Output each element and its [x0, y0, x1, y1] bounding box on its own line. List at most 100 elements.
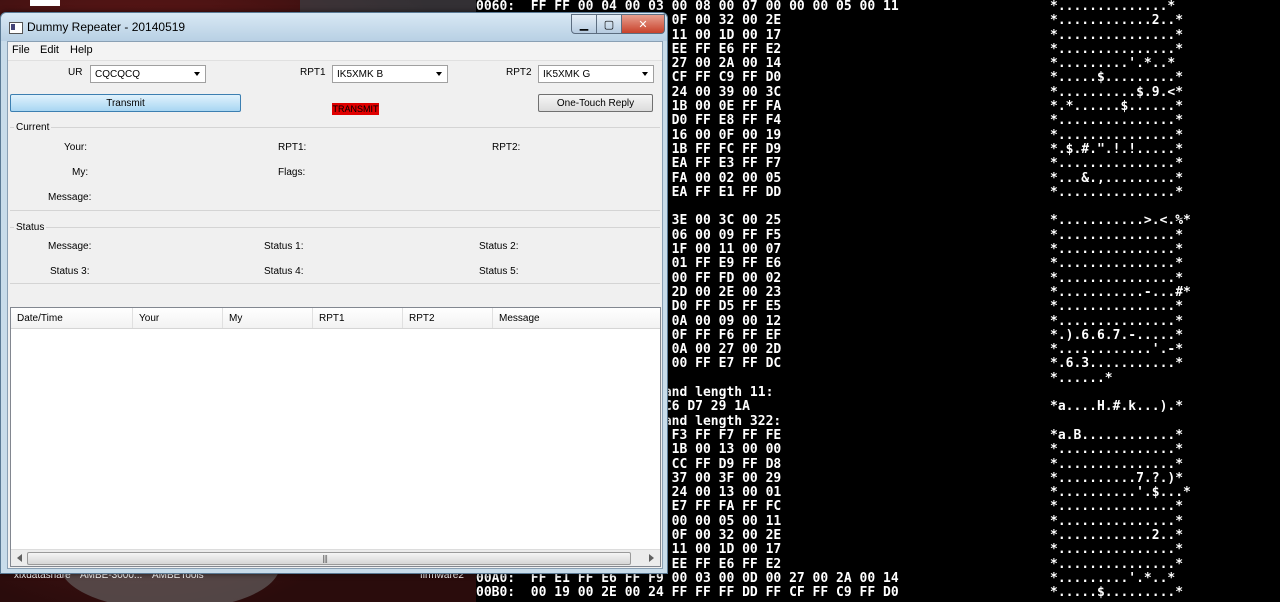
console-ascii-text: *...........-...#*: [1050, 284, 1191, 300]
current-message-label: Message:: [48, 192, 92, 203]
transmit-indicator: TRANSMIT: [332, 103, 379, 115]
rpt1-label: RPT1: [300, 67, 326, 78]
ur-select[interactable]: CQCQCQ: [90, 65, 206, 83]
console-ascii-text: *.).6.6.7.-.....*: [1050, 327, 1184, 343]
horizontal-scrollbar[interactable]: |||: [11, 549, 660, 566]
console-ascii-text: *...............*: [1050, 556, 1184, 572]
console-ascii-text: *............2..*: [1050, 527, 1184, 543]
console-ascii-text: *...............*: [1050, 227, 1184, 243]
console-ascii-text: *...............*: [1050, 256, 1184, 272]
status4-label: Status 4:: [264, 266, 304, 277]
minimize-icon: ▁: [579, 17, 589, 31]
rpt1-select[interactable]: IK5XMK B: [332, 65, 448, 83]
console-line: 00A0: FF E1 FF E6 FF F9 00 03 00 0D 00 2…: [476, 570, 1280, 586]
console-hex-text: 00B0: 00 19 00 2E 00 24 FF FF FF DD FF C…: [476, 586, 899, 601]
close-icon: ✕: [638, 17, 648, 31]
scroll-left-icon[interactable]: [17, 554, 22, 562]
status2-label: Status 2:: [479, 241, 519, 252]
column-header-rpt1[interactable]: RPT1: [313, 308, 403, 328]
desktop-icon[interactable]: [30, 0, 60, 6]
grip-icon: |||: [322, 554, 328, 563]
title-bar[interactable]: Dummy Repeater - 20140519 ▁ ▢ ✕: [1, 13, 667, 41]
column-header-message[interactable]: Message: [493, 308, 660, 328]
console-line: 00B0: 00 19 00 2E 00 24 FF FF FF DD FF C…: [476, 585, 1280, 601]
current-rpt2-label: RPT2:: [492, 142, 521, 153]
console-ascii-text: *...............*: [1050, 456, 1184, 472]
current-rpt1-label: RPT1:: [278, 142, 307, 153]
chevron-down-icon: [436, 72, 442, 76]
console-ascii-text: *.........'.*..*: [1050, 56, 1176, 72]
console-ascii-text: *...............*: [1050, 513, 1184, 529]
console-ascii-text: *..........$.9.<*: [1050, 84, 1184, 100]
column-header-datetime[interactable]: Date/Time: [11, 308, 133, 328]
console-ascii-text: *...............*: [1050, 313, 1184, 329]
rpt2-select[interactable]: IK5XMK G: [538, 65, 654, 83]
console-ascii-text: *.$.#.".!.!.....*: [1050, 141, 1184, 157]
console-ascii-text: *...............*: [1050, 542, 1184, 558]
rpt2-label: RPT2: [506, 67, 532, 78]
app-window: Dummy Repeater - 20140519 ▁ ▢ ✕ File Edi…: [0, 12, 668, 574]
console-ascii-text: *.........'.*..*: [1050, 570, 1176, 586]
current-flags-label: Flags:: [278, 167, 306, 178]
status5-label: Status 5:: [479, 266, 519, 277]
chevron-down-icon: [194, 72, 200, 76]
status-message-label: Message:: [48, 241, 92, 252]
menu-help[interactable]: Help: [70, 44, 93, 56]
status1-label: Status 1:: [264, 241, 304, 252]
console-ascii-text: *...............*: [1050, 242, 1184, 258]
console-ascii-text: *.*......$......*: [1050, 99, 1184, 115]
table-header: Date/Time Your My RPT1 RPT2 Message: [11, 308, 660, 329]
console-ascii-text: *............'.-*: [1050, 342, 1184, 358]
minimize-button[interactable]: ▁: [571, 14, 597, 34]
separator: [10, 227, 660, 228]
column-header-my[interactable]: My: [223, 308, 313, 328]
console-ascii-text: *......*: [1050, 370, 1113, 386]
ur-select-value: CQCQCQ: [95, 68, 140, 80]
console-ascii-text: *a....H.#.k...).*: [1050, 399, 1184, 415]
console-ascii-text: *...............*: [1050, 442, 1184, 458]
ur-label: UR: [68, 67, 83, 78]
one-touch-reply-button[interactable]: One-Touch Reply: [538, 94, 653, 112]
current-group-title: Current: [14, 122, 52, 133]
console-ascii-text: *..........7.?.)*: [1050, 470, 1184, 486]
current-my-label: My:: [72, 167, 89, 178]
console-ascii-text: *...............*: [1050, 113, 1184, 129]
menu-file[interactable]: File: [12, 44, 30, 56]
window-title: Dummy Repeater - 20140519: [27, 20, 186, 34]
console-ascii-text: *...............*: [1050, 127, 1184, 143]
status-group-title: Status: [14, 222, 47, 233]
status3-label: Status 3:: [50, 266, 90, 277]
rpt1-select-value: IK5XMK B: [337, 68, 384, 80]
current-your-label: Your:: [64, 142, 87, 153]
app-icon: [9, 22, 23, 34]
console-ascii-text: *...............*: [1050, 299, 1184, 315]
scrollbar-thumb[interactable]: |||: [27, 552, 631, 565]
console-ascii-text: *..............*: [1050, 0, 1176, 14]
separator: [10, 210, 660, 211]
console-ascii-text: *...............*: [1050, 499, 1184, 515]
console-ascii-text: *...............*: [1050, 27, 1184, 43]
maximize-button[interactable]: ▢: [596, 14, 622, 34]
log-table[interactable]: Date/Time Your My RPT1 RPT2 Message |||: [10, 307, 661, 567]
column-header-rpt2[interactable]: RPT2: [403, 308, 493, 328]
scroll-right-icon[interactable]: [649, 554, 654, 562]
console-ascii-text: *...&.,.........*: [1050, 170, 1184, 186]
menu-bar: File Edit Help: [8, 42, 662, 61]
rpt2-select-value: IK5XMK G: [543, 68, 591, 80]
console-ascii-text: *...............*: [1050, 184, 1184, 200]
console-ascii-text: *..........'.$...*: [1050, 485, 1191, 501]
window-client-area: File Edit Help UR CQCQCQ RPT1 IK5XMK B R…: [7, 41, 663, 569]
separator: [10, 127, 660, 128]
column-header-your[interactable]: Your: [133, 308, 223, 328]
console-ascii-text: *.6.3...........*: [1050, 356, 1184, 372]
menu-edit[interactable]: Edit: [40, 44, 59, 56]
transmit-button[interactable]: Transmit: [10, 94, 241, 112]
separator: [10, 283, 660, 284]
console-ascii-text: *............2..*: [1050, 13, 1184, 29]
console-ascii-text: *...........>.<.%*: [1050, 213, 1191, 229]
maximize-icon: ▢: [603, 17, 615, 31]
close-button[interactable]: ✕: [621, 14, 665, 34]
chevron-down-icon: [642, 72, 648, 76]
console-ascii-text: *.....$.........*: [1050, 585, 1184, 601]
console-ascii-text: *.....$.........*: [1050, 70, 1184, 86]
